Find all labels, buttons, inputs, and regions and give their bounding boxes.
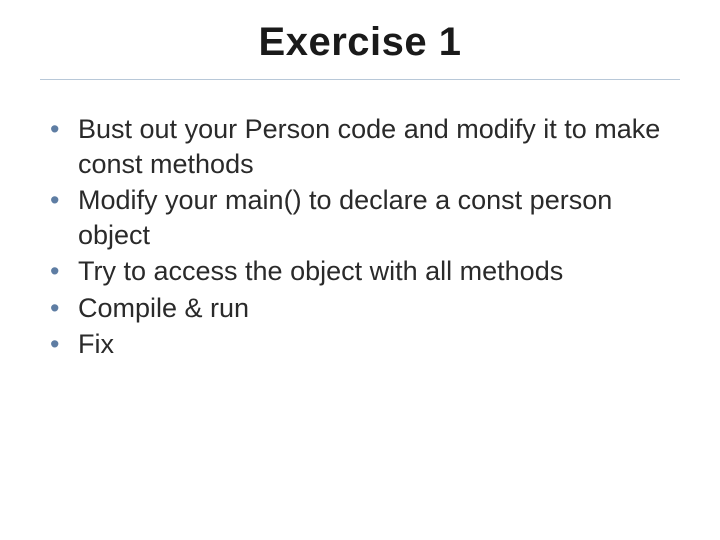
list-item: Compile & run (44, 291, 680, 326)
bullet-list: Bust out your Person code and modify it … (40, 112, 680, 362)
slide: Exercise 1 Bust out your Person code and… (0, 0, 720, 540)
title-container: Exercise 1 (40, 20, 680, 80)
list-item: Modify your main() to declare a const pe… (44, 183, 680, 252)
list-item: Fix (44, 327, 680, 362)
list-item: Try to access the object with all method… (44, 254, 680, 289)
page-title: Exercise 1 (40, 20, 680, 65)
list-item: Bust out your Person code and modify it … (44, 112, 680, 181)
